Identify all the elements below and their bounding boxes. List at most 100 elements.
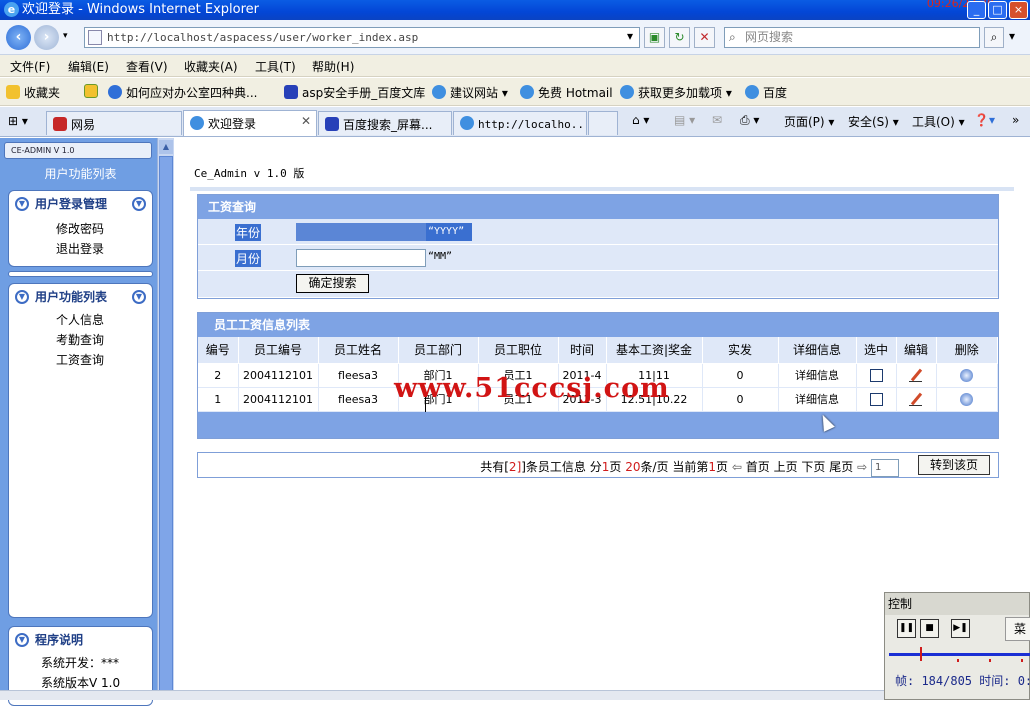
menu-help[interactable]: 帮助(H) — [312, 58, 354, 75]
fav-item-2[interactable]: asp安全手册_百度文库 — [284, 84, 425, 101]
print-icon[interactable]: ⎙ ▾ — [740, 113, 759, 128]
watermark: www.51cccsj.com — [394, 373, 670, 404]
pagination-bar: 共有[2]]条员工信息 分1页 20条/页 当前第1页 ⇦ 首页 上页 下页 尾… — [197, 452, 999, 478]
back-button[interactable]: ‹ — [6, 25, 31, 50]
fav-item-6[interactable]: 百度 — [745, 84, 787, 101]
tab-netease[interactable]: 网易 — [46, 111, 182, 135]
menu-favorites[interactable]: 收藏夹(A) — [184, 58, 238, 75]
fav-item-1[interactable]: 如何应对办公室四种典... — [108, 84, 257, 101]
timeline-tick — [957, 659, 959, 662]
home-icon[interactable]: ⌂ ▾ — [632, 113, 649, 127]
menu-edit[interactable]: 编辑(E) — [68, 58, 109, 75]
address-dropdown-icon[interactable]: ▾ — [622, 27, 638, 48]
maximize-button[interactable]: □ — [988, 1, 1007, 19]
next-page-link[interactable]: 下页 — [801, 460, 825, 474]
step-forward-icon[interactable]: ▶❚ — [951, 619, 970, 638]
scroll-up-icon[interactable]: ▲ — [159, 140, 173, 154]
feeds-icon[interactable]: ▤ ▾ — [674, 113, 695, 127]
safety-menu[interactable]: 安全(S) ▾ — [848, 113, 899, 130]
sidebar-item-logout[interactable]: 退出登录 — [9, 239, 152, 259]
text-cursor — [425, 397, 426, 412]
menu-file[interactable]: 文件(F) — [10, 58, 50, 75]
collapse-icon[interactable]: ▼ — [15, 197, 29, 211]
search-go-icon[interactable]: ⌕ — [984, 27, 1004, 48]
delete-cell — [936, 387, 998, 412]
tab-baidu[interactable]: 百度搜索_屏幕... — [318, 111, 452, 135]
search-input[interactable]: ⌕ 网页搜索 — [724, 27, 980, 48]
collapse-icon[interactable]: ▼ — [132, 197, 146, 211]
group-title[interactable]: ▼ 用户功能列表 ▼ — [9, 284, 152, 306]
group-title[interactable]: ▼ 程序说明 — [9, 627, 152, 649]
stop-icon[interactable]: ■ — [920, 619, 939, 638]
compat-view-icon[interactable]: ▣ — [644, 27, 665, 48]
col-detail: 详细信息 — [778, 337, 857, 364]
fav-item-4[interactable]: 免费 Hotmail — [520, 84, 613, 101]
pause-icon[interactable]: ❚❚ — [897, 619, 916, 638]
row-select-checkbox[interactable] — [869, 392, 883, 406]
about-developer: 系统开发：*** — [41, 656, 120, 670]
ie-page-icon — [520, 85, 534, 99]
year-input[interactable] — [296, 223, 426, 241]
favorites-button[interactable]: 收藏夹 — [6, 84, 60, 101]
ie-page-icon — [432, 85, 446, 99]
sidebar-item-personal-info[interactable]: 个人信息 — [9, 310, 152, 330]
detail-link[interactable]: 详细信息 — [778, 387, 857, 412]
timeline-playhead[interactable] — [920, 647, 922, 661]
page-menu[interactable]: 页面(P) ▾ — [784, 113, 834, 130]
edit-pencil-icon[interactable] — [909, 392, 923, 406]
refresh-icon[interactable]: ↻ — [669, 27, 690, 48]
collapse-icon[interactable]: ▼ — [15, 633, 29, 647]
tools-menu[interactable]: 工具(O) ▾ — [912, 113, 965, 130]
history-dropdown-icon[interactable]: ▾ — [63, 31, 68, 41]
quick-tabs-icon[interactable]: ⊞ ▾ — [8, 114, 28, 128]
sidebar-item-attendance[interactable]: 考勤查询 — [9, 330, 152, 350]
mail-icon[interactable]: ✉ — [712, 113, 722, 127]
cell-id: 1 — [198, 387, 239, 412]
sidebar-item-salary[interactable]: 工资查询 — [9, 350, 152, 370]
row-select-checkbox[interactable] — [869, 368, 883, 382]
col-name: 员工姓名 — [318, 337, 399, 364]
scrollbar-thumb[interactable] — [159, 156, 173, 696]
fav-item-5[interactable]: 获取更多加载项 ▾ — [620, 84, 732, 101]
edit-pencil-icon[interactable] — [909, 368, 923, 382]
detail-link[interactable]: 详细信息 — [778, 363, 857, 388]
close-tab-icon[interactable]: ✕ — [301, 114, 311, 128]
arrow-right-icon: ⇨ — [857, 460, 868, 474]
cell-actual: 0 — [702, 363, 779, 388]
minimize-button[interactable]: _ — [967, 1, 986, 19]
prev-page-link[interactable]: 上页 — [774, 460, 798, 474]
frame-scrollbar[interactable]: ▲ — [157, 138, 174, 700]
delete-icon[interactable] — [960, 392, 974, 406]
timeline-tick — [1021, 659, 1023, 662]
collapse-icon[interactable]: ▼ — [132, 290, 146, 304]
last-page-link[interactable]: 尾页 — [829, 460, 853, 474]
new-tab-button[interactable] — [588, 111, 618, 135]
close-window-button[interactable]: × — [1009, 1, 1028, 19]
help-icon[interactable]: ❓▾ — [974, 113, 995, 127]
timeline-track[interactable] — [889, 653, 1030, 656]
tab-welcome[interactable]: 欢迎登录 ✕ — [183, 110, 317, 136]
address-toolbar: ‹ › ▾ http://localhost/aspacess/user/wor… — [0, 20, 1030, 55]
collapse-icon[interactable]: ▼ — [15, 290, 29, 304]
page-title: Ce_Admin v 1.0 版 — [194, 167, 305, 180]
month-input[interactable] — [296, 249, 426, 267]
tab-localhost[interactable]: http://localho... — [453, 111, 587, 135]
menu-tools[interactable]: 工具(T) — [255, 58, 296, 75]
go-to-page-button[interactable]: 转到该页 — [918, 455, 990, 475]
control-menu-button[interactable]: 菜 — [1005, 617, 1030, 641]
delete-icon[interactable] — [960, 368, 974, 382]
sidebar-item-change-password[interactable]: 修改密码 — [9, 219, 152, 239]
address-input[interactable]: http://localhost/aspacess/user/worker_in… — [84, 27, 640, 48]
add-favorite-icon[interactable] — [84, 84, 102, 99]
more-commands-icon[interactable]: » — [1012, 113, 1019, 127]
fav-item-3[interactable]: 建议网站 ▾ — [432, 84, 508, 101]
forward-button[interactable]: › — [34, 25, 59, 50]
col-edit: 编辑 — [896, 337, 937, 364]
first-page-link[interactable]: 首页 — [746, 460, 770, 474]
group-title[interactable]: ▼ 用户登录管理 ▼ — [9, 191, 152, 213]
menu-view[interactable]: 查看(V) — [126, 58, 168, 75]
page-number-input[interactable]: 1 — [871, 458, 899, 477]
stop-icon[interactable]: ✕ — [694, 27, 715, 48]
confirm-search-button[interactable]: 确定搜索 — [296, 274, 369, 293]
search-options-icon[interactable]: ▾ — [1005, 27, 1019, 48]
